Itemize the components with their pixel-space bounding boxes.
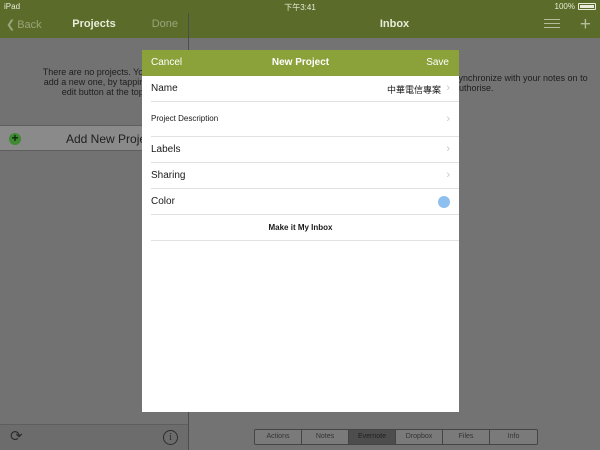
projects-toolbar: ⟳ i	[0, 424, 188, 450]
clock: 下午3:41	[284, 3, 316, 12]
segment-info[interactable]: Info	[490, 430, 537, 444]
segment-evernote[interactable]: Evernote	[349, 430, 396, 444]
description-row[interactable]: Project Description ›	[151, 102, 459, 137]
battery-percent: 100%	[554, 2, 575, 11]
make-inbox-row[interactable]: Make it My Inbox	[151, 215, 459, 241]
segment-dropbox[interactable]: Dropbox	[396, 430, 443, 444]
segment-files[interactable]: Files	[443, 430, 490, 444]
chevron-right-icon: ›	[446, 169, 450, 181]
chevron-right-icon: ›	[446, 143, 450, 155]
list-icon[interactable]	[544, 19, 560, 31]
chevron-right-icon: ›	[446, 82, 450, 94]
name-value: 中華電信專案	[386, 85, 441, 95]
name-row[interactable]: Name 中華電信專案 ›	[151, 76, 459, 102]
projects-nav-bar: ❮ Back Projects Done	[0, 13, 188, 38]
info-icon[interactable]: i	[163, 430, 178, 445]
status-bar: iPad 下午3:41 100%	[0, 0, 600, 13]
sharing-label: Sharing	[151, 170, 186, 181]
color-swatch[interactable]	[438, 196, 450, 208]
make-inbox-label: Make it My Inbox	[268, 223, 333, 232]
color-label: Color	[151, 196, 175, 207]
inbox-nav-bar: Inbox +	[189, 13, 600, 38]
chevron-right-icon: ›	[446, 113, 450, 125]
sync-icon[interactable]: ⟳	[10, 429, 26, 445]
add-icon[interactable]: +	[580, 15, 591, 35]
battery-icon	[578, 3, 596, 10]
dialog-title: New Project	[271, 57, 330, 68]
new-project-dialog: Cancel New Project Save Name 中華電信專案 › Pr…	[142, 50, 459, 412]
inbox-message: synchronize with your notes on to author…	[454, 73, 588, 93]
segment-notes[interactable]: Notes	[302, 430, 349, 444]
labels-row[interactable]: Labels ›	[151, 137, 459, 163]
save-button[interactable]: Save	[426, 57, 449, 68]
labels-label: Labels	[151, 144, 181, 155]
dialog-header: Cancel New Project Save	[142, 50, 459, 76]
source-segmented-control: Actions Notes Evernote Dropbox Files Inf…	[254, 429, 538, 445]
color-row[interactable]: Color	[151, 189, 459, 215]
inbox-title: Inbox	[379, 18, 410, 30]
add-icon: +	[9, 132, 21, 145]
done-button[interactable]: Done	[152, 18, 178, 30]
name-label: Name	[151, 83, 178, 94]
battery-indicator: 100%	[555, 2, 596, 11]
sharing-row[interactable]: Sharing ›	[151, 163, 459, 189]
segment-actions[interactable]: Actions	[255, 430, 302, 444]
description-label: Project Description	[151, 114, 219, 123]
